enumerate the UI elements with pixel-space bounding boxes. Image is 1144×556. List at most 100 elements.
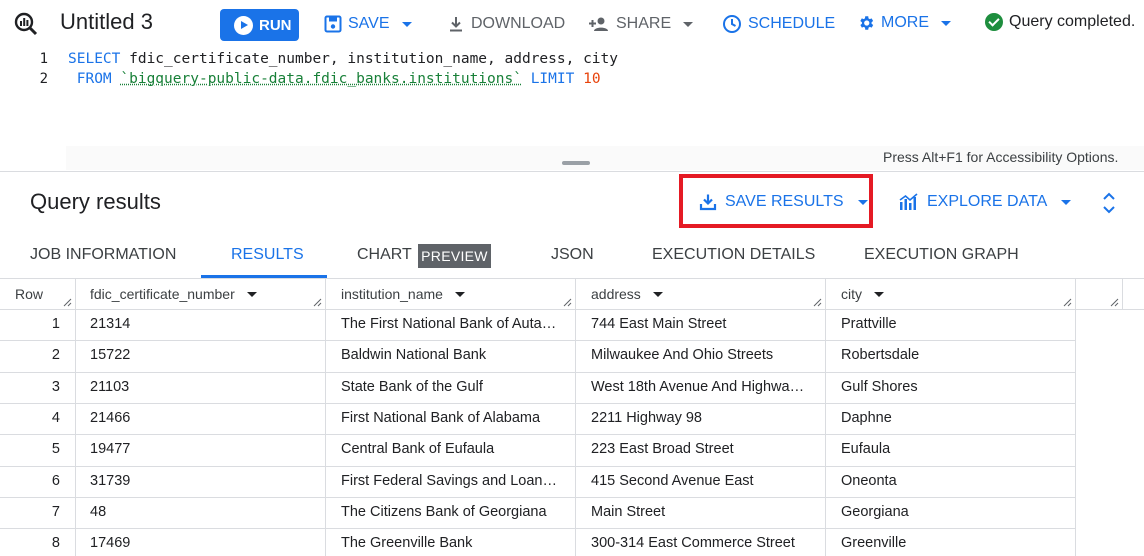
row-number: 6 xyxy=(51,472,60,489)
column-header-fdic-certificate-number[interactable]: fdic_certificate_number xyxy=(90,279,257,309)
chevron-down-icon xyxy=(941,20,951,26)
chevron-down-icon xyxy=(857,199,868,205)
table-cell[interactable]: The Citizens Bank of Georgiana xyxy=(341,504,559,520)
sql-text: fdic_certificate_number, institution_nam… xyxy=(120,51,618,67)
column-header-label: institution_name xyxy=(341,286,443,302)
query-title[interactable]: Untitled 3 xyxy=(60,9,153,35)
table-cell[interactable]: Eufaula xyxy=(841,441,1059,457)
column-header-address[interactable]: address xyxy=(591,279,663,309)
save-button[interactable]: SAVE xyxy=(324,12,412,36)
column-divider xyxy=(825,279,826,556)
chevron-down-icon[interactable] xyxy=(454,291,465,297)
schedule-button[interactable]: SCHEDULE xyxy=(722,12,835,36)
row-number: 8 xyxy=(51,535,60,552)
table-cell[interactable]: 21314 xyxy=(90,316,310,332)
table-cell[interactable]: The Greenville Bank xyxy=(341,535,559,551)
column-header-label: address xyxy=(591,286,641,302)
column-resize-icon[interactable] xyxy=(1062,297,1072,307)
preview-badge: PREVIEW xyxy=(418,244,491,268)
column-resize-icon[interactable] xyxy=(812,297,822,307)
table-cell[interactable]: 19477 xyxy=(90,441,310,457)
line-number: 2 xyxy=(39,71,48,87)
column-header-institution-name[interactable]: institution_name xyxy=(341,279,465,309)
table-cell[interactable]: 31739 xyxy=(90,473,310,489)
table-cell[interactable]: Gulf Shores xyxy=(841,379,1059,395)
results-title: Query results xyxy=(30,189,161,214)
table-cell[interactable]: West 18th Avenue And Highway 59 xyxy=(591,379,809,395)
table-cell[interactable]: State Bank of the Gulf xyxy=(341,379,559,395)
column-resize-icon[interactable] xyxy=(1109,297,1119,307)
more-button[interactable]: MORE xyxy=(857,11,951,35)
table-cell[interactable]: Main Street xyxy=(591,504,809,520)
sql-table-reference[interactable]: `bigquery-public-data.fdic_banks.institu… xyxy=(120,71,522,87)
column-resize-icon[interactable] xyxy=(562,297,572,307)
table-cell[interactable]: 17469 xyxy=(90,535,310,551)
table-cell[interactable]: First National Bank of Alabama xyxy=(341,410,559,426)
row-number: 1 xyxy=(51,316,60,332)
table-cell[interactable]: 15722 xyxy=(90,347,310,363)
code-line-1[interactable]: SELECT fdic_certificate_number, institut… xyxy=(68,51,618,67)
column-resize-icon[interactable] xyxy=(312,297,322,307)
sql-keyword: FROM xyxy=(76,71,112,87)
row-number: 4 xyxy=(51,409,60,426)
run-button-label: RUN xyxy=(259,16,292,34)
play-icon xyxy=(234,15,253,35)
column-header-city[interactable]: city xyxy=(841,279,884,309)
row-divider xyxy=(0,528,1076,530)
table-cell[interactable]: 300-314 East Commerce Street xyxy=(591,535,809,551)
table-cell[interactable]: Oneonta xyxy=(841,473,1059,489)
schedule-button-label: SCHEDULE xyxy=(748,15,836,32)
table-cell[interactable]: 415 Second Avenue East xyxy=(591,473,809,489)
code-line-2[interactable]: FROM `bigquery-public-data.fdic_banks.in… xyxy=(68,71,601,87)
chevron-down-icon[interactable] xyxy=(246,291,257,297)
line-number: 1 xyxy=(39,51,48,67)
table-cell[interactable]: Central Bank of Eufaula xyxy=(341,441,559,457)
chevron-down-icon xyxy=(1061,199,1072,205)
chevron-down-icon[interactable] xyxy=(874,291,884,297)
table-cell[interactable]: Daphne xyxy=(841,410,1059,426)
save-results-button[interactable]: SAVE RESULTS xyxy=(699,190,868,214)
tab-job-information[interactable]: JOB INFORMATION xyxy=(30,246,176,264)
person-add-icon xyxy=(589,17,608,31)
table-cell[interactable]: Greenville xyxy=(841,535,1059,551)
table-cell[interactable]: First Federal Savings and Loan Associati… xyxy=(341,473,559,489)
tab-chart[interactable]: CHART xyxy=(357,246,412,264)
table-cell[interactable]: 744 East Main Street xyxy=(591,316,809,332)
sql-editor[interactable]: 1 2 SELECT fdic_certificate_number, inst… xyxy=(0,48,1144,148)
table-cell[interactable]: Robertsdale xyxy=(841,347,1059,363)
column-header-label: Row xyxy=(15,286,44,302)
table-cell[interactable]: 48 xyxy=(90,504,310,520)
chevron-down-icon[interactable] xyxy=(652,291,663,297)
column-divider xyxy=(1075,279,1076,556)
query-status: Query completed. xyxy=(985,13,1135,31)
table-cell[interactable]: Milwaukee And Ohio Streets xyxy=(591,347,809,363)
table-cell[interactable]: 223 East Broad Street xyxy=(591,441,809,457)
table-cell[interactable]: 21466 xyxy=(90,410,310,426)
table-cell[interactable]: Baldwin National Bank xyxy=(341,347,559,363)
table-cell[interactable]: 21103 xyxy=(90,379,310,395)
save-button-label: SAVE xyxy=(348,15,390,32)
row-number: 5 xyxy=(51,441,60,458)
tab-execution-graph[interactable]: EXECUTION GRAPH xyxy=(864,246,1019,264)
tab-json[interactable]: JSON xyxy=(551,246,594,264)
tab-results[interactable]: RESULTS xyxy=(231,246,304,264)
sql-number: 10 xyxy=(574,71,601,87)
table-cell[interactable]: 2211 Highway 98 xyxy=(591,410,809,426)
download-button[interactable]: DOWNLOAD xyxy=(447,12,565,36)
table-cell[interactable]: Prattville xyxy=(841,316,1059,332)
table-cell[interactable]: The First National Bank of Autauga xyxy=(341,316,559,332)
more-button-label: MORE xyxy=(881,14,929,31)
chevron-down-icon xyxy=(401,21,412,27)
column-header-row[interactable]: Row xyxy=(15,279,43,309)
column-resize-icon[interactable] xyxy=(62,297,72,307)
query-editor-icon xyxy=(14,12,38,36)
share-button[interactable]: SHARE xyxy=(588,12,694,36)
check-circle-icon xyxy=(985,13,1003,31)
column-divider xyxy=(325,279,326,556)
tab-execution-details[interactable]: EXECUTION DETAILS xyxy=(652,246,815,264)
run-button[interactable]: RUN xyxy=(220,9,299,41)
table-cell[interactable]: Georgiana xyxy=(841,504,1059,520)
explore-data-button[interactable]: EXPLORE DATA xyxy=(899,190,1072,214)
expand-icon[interactable] xyxy=(1099,191,1119,215)
resize-handle[interactable] xyxy=(562,161,590,165)
